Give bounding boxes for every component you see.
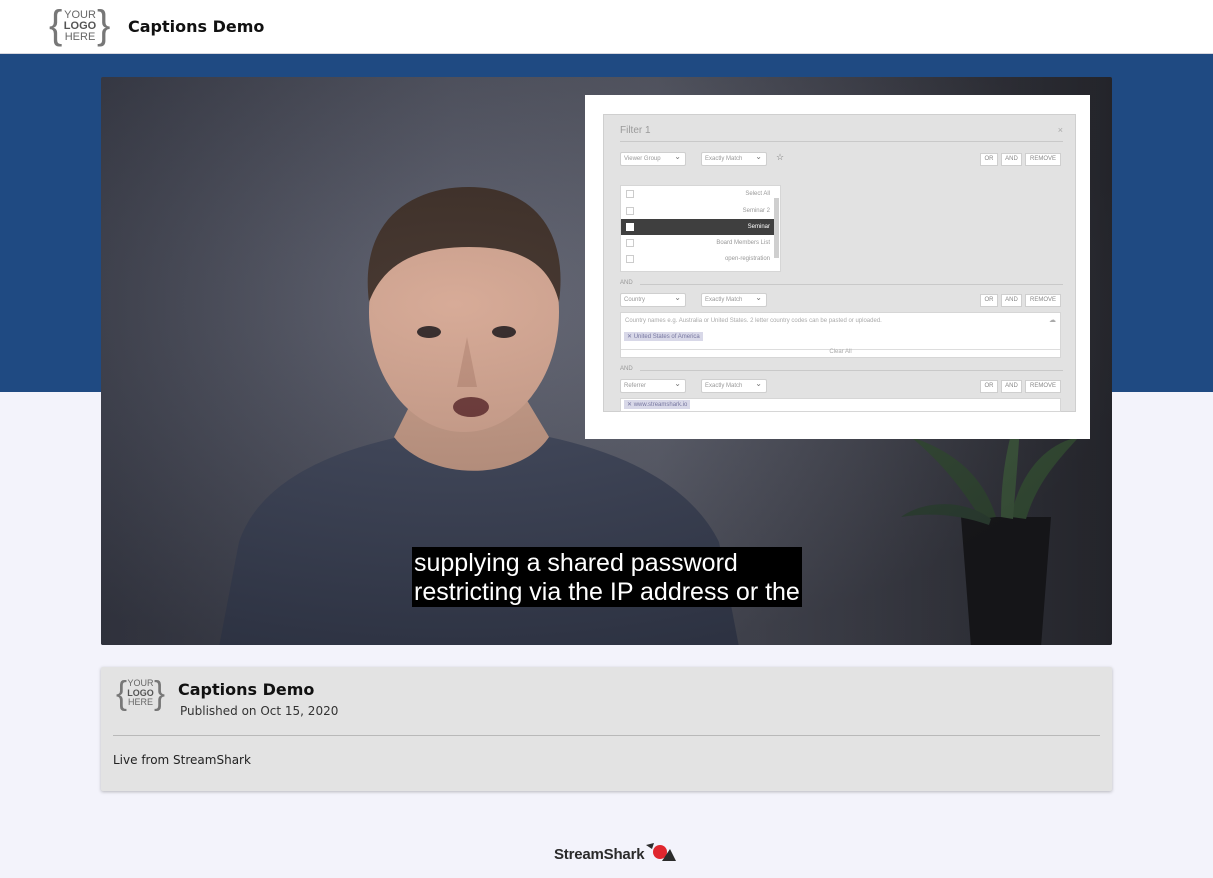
list-item: Seminar 2 <box>621 203 774 219</box>
match-select: Exactly Match <box>701 292 767 307</box>
filter-title: Filter 1 <box>620 125 651 136</box>
and-button: AND <box>1001 294 1022 307</box>
match-select: Exactly Match <box>701 151 767 166</box>
caption-overlay: supplying a shared password restricting … <box>412 547 802 607</box>
streamshark-logo-icon <box>646 843 676 861</box>
country-box: Country names e.g. Australia or United S… <box>620 312 1061 358</box>
published-date: Published on Oct 15, 2020 <box>180 704 339 718</box>
list-scrollbar <box>774 198 779 258</box>
and-button: AND <box>1001 153 1022 166</box>
divider <box>640 370 1063 371</box>
or-button: OR <box>980 153 998 166</box>
list-item: Select All <box>621 186 774 202</box>
event-description: Live from StreamShark <box>113 753 251 767</box>
and-button: AND <box>1001 380 1022 393</box>
country-chip: ✕ United States of America <box>624 332 703 341</box>
referrer-chip: ✕ www.streamshark.io <box>624 400 691 409</box>
filter-panel: Filter 1 × Viewer Group Exactly Match ☆ … <box>603 114 1076 412</box>
event-info-card: { YOUR LOGO HERE } Captions Demo Publish… <box>101 667 1112 791</box>
match-select: Exactly Match <box>701 378 767 393</box>
video-player[interactable]: Filter 1 × Viewer Group Exactly Match ☆ … <box>101 77 1112 645</box>
country-hint: Country names e.g. Australia or United S… <box>625 318 882 324</box>
divider <box>620 141 1063 142</box>
and-label: AND <box>620 366 633 372</box>
remove-button: REMOVE <box>1025 153 1061 166</box>
remove-button: REMOVE <box>1025 380 1061 393</box>
divider <box>640 284 1063 285</box>
logo-text: YOUR LOGO HERE <box>127 678 154 707</box>
list-item-selected: Seminar <box>621 219 774 235</box>
referrer-box: ✕ www.streamshark.io <box>620 398 1061 412</box>
list-item: Board Members List <box>621 235 774 251</box>
logo-text: YOUR LOGO HERE <box>63 9 97 43</box>
divider <box>113 735 1100 736</box>
referrer-select: Referrer <box>620 378 686 393</box>
event-title: Captions Demo <box>178 680 315 699</box>
and-label: AND <box>620 280 633 286</box>
event-logo: { YOUR LOGO HERE } <box>116 676 166 712</box>
upload-icon: ☁ <box>1049 317 1056 324</box>
list-item: open-registration <box>621 251 774 267</box>
country-select: Country <box>620 292 686 307</box>
brand-logo[interactable]: { YOUR LOGO HERE } <box>49 5 111 49</box>
app-title: Captions Demo <box>128 17 265 36</box>
or-button: OR <box>980 380 998 393</box>
caption-line: supplying a shared password <box>414 549 738 577</box>
viewer-group-list: Select All Seminar 2 Seminar Board Membe… <box>620 185 781 272</box>
or-button: OR <box>980 294 998 307</box>
viewer-group-select: Viewer Group <box>620 151 686 166</box>
close-icon: × <box>1057 125 1063 135</box>
top-bar: { YOUR LOGO HERE } Captions Demo <box>0 0 1213 54</box>
star-icon: ☆ <box>776 152 785 162</box>
footer-brand-text: StreamShark <box>554 846 645 863</box>
logo-right-brace-icon: } <box>154 674 166 711</box>
remove-button: REMOVE <box>1025 294 1061 307</box>
video-inset-screenshot: Filter 1 × Viewer Group Exactly Match ☆ … <box>585 95 1090 439</box>
logo-right-brace-icon: } <box>97 3 111 47</box>
clear-all-link: Clear All <box>829 349 852 355</box>
caption-line: restricting via the IP address or the <box>414 578 800 606</box>
